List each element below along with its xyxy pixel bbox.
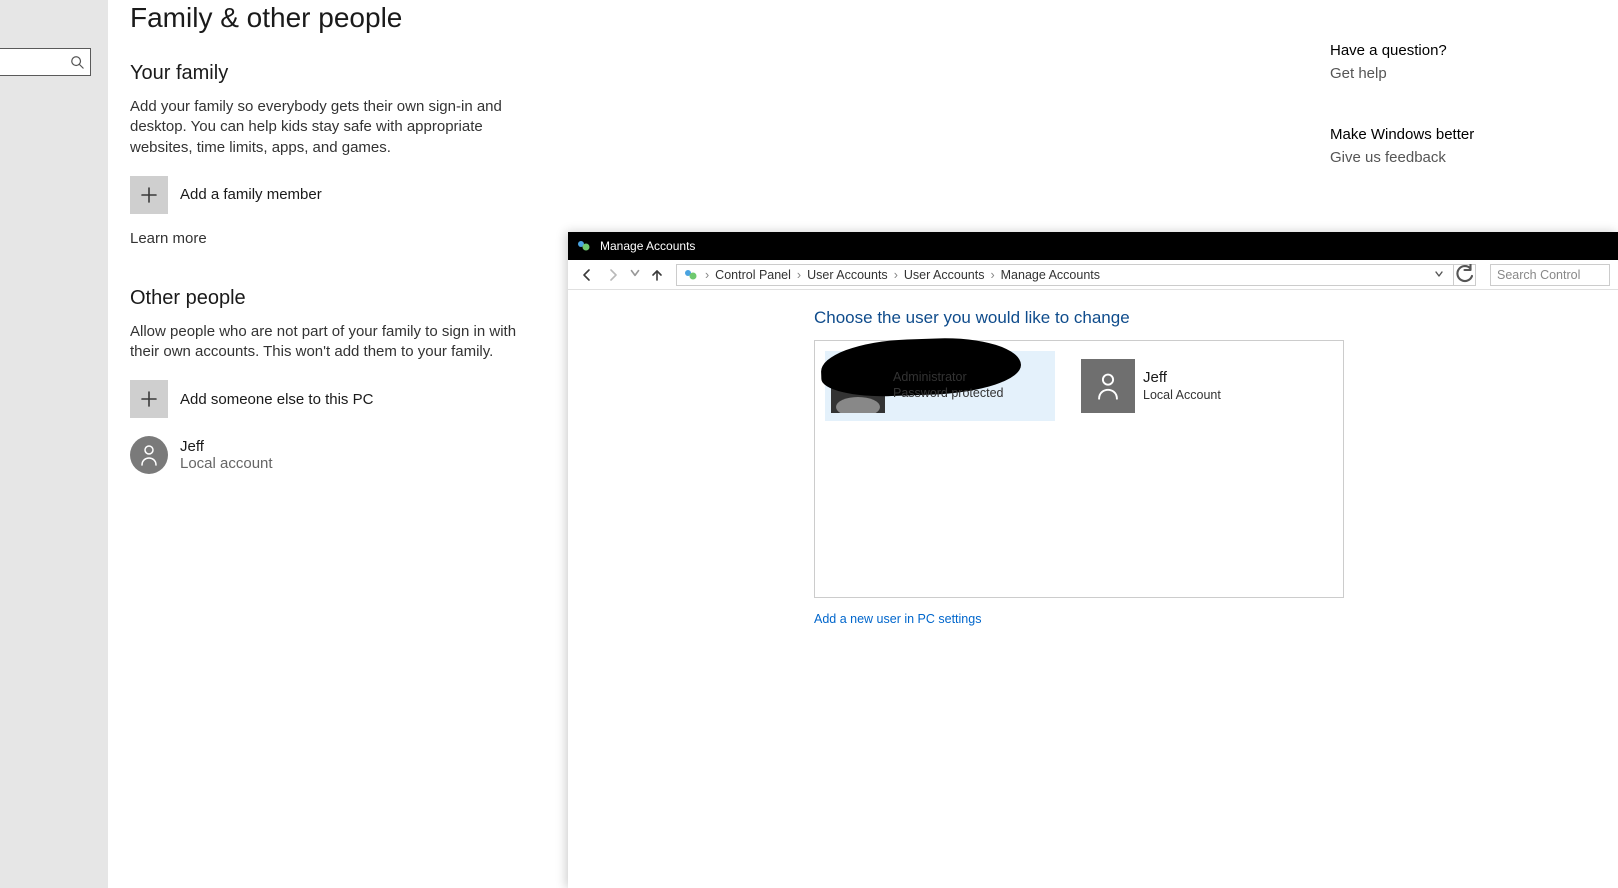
- chevron-right-icon: ›: [795, 268, 803, 282]
- forward-button[interactable]: [602, 264, 624, 286]
- add-family-member-label: Add a family member: [180, 186, 322, 203]
- search-icon: [70, 55, 84, 69]
- add-other-user-label: Add someone else to this PC: [180, 391, 373, 408]
- settings-nav-sidebar: [0, 0, 108, 888]
- breadcrumb-user-accounts-2[interactable]: User Accounts: [904, 268, 985, 282]
- back-button[interactable]: [576, 264, 598, 286]
- account-card-role: Administrator: [893, 370, 1003, 386]
- accounts-list: Administrator Password protected Jeff Lo…: [814, 340, 1344, 598]
- recent-locations-dropdown[interactable]: [628, 266, 642, 283]
- control-panel-body: Choose the user you would like to change…: [568, 290, 1618, 328]
- breadcrumb-control-panel[interactable]: Control Panel: [715, 268, 791, 282]
- account-card-admin[interactable]: Administrator Password protected: [825, 351, 1055, 421]
- control-panel-window: Manage Accounts › Control Panel › User A…: [568, 232, 1618, 888]
- address-bar-dropdown[interactable]: [1431, 268, 1447, 282]
- refresh-button[interactable]: [1454, 264, 1476, 286]
- other-people-desc: Allow people who are not part of your fa…: [130, 322, 540, 363]
- choose-user-heading: Choose the user you would like to change: [814, 308, 1618, 328]
- get-help-link[interactable]: Get help: [1330, 65, 1590, 82]
- give-feedback-link[interactable]: Give us feedback: [1330, 149, 1590, 166]
- help-sidebar: Have a question? Get help Make Windows b…: [1330, 42, 1590, 166]
- account-card-role: Local Account: [1143, 388, 1221, 404]
- control-panel-title: Manage Accounts: [600, 239, 695, 253]
- chevron-right-icon: ›: [703, 268, 711, 282]
- address-bar[interactable]: › Control Panel › User Accounts › User A…: [676, 264, 1454, 286]
- chevron-right-icon: ›: [988, 268, 996, 282]
- settings-search-input[interactable]: [0, 48, 91, 76]
- account-card-name: Jeff: [1143, 369, 1221, 388]
- control-panel-toolbar: › Control Panel › User Accounts › User A…: [568, 260, 1618, 290]
- your-family-desc: Add your family so everybody gets their …: [130, 97, 540, 158]
- page-title: Family & other people: [130, 2, 680, 34]
- make-better-heading: Make Windows better: [1330, 126, 1590, 143]
- chevron-right-icon: ›: [892, 268, 900, 282]
- user-accounts-icon: [576, 238, 592, 254]
- control-panel-search-input[interactable]: Search Control: [1490, 264, 1610, 286]
- other-user-text: Jeff Local account: [180, 438, 273, 473]
- breadcrumb-user-accounts-1[interactable]: User Accounts: [807, 268, 888, 282]
- account-card-jeff[interactable]: Jeff Local Account: [1075, 351, 1305, 421]
- user-accounts-icon: [683, 267, 699, 283]
- up-button[interactable]: [646, 264, 668, 286]
- control-panel-search-placeholder: Search Control: [1497, 268, 1580, 282]
- control-panel-titlebar[interactable]: Manage Accounts: [568, 232, 1618, 260]
- plus-icon: [130, 380, 168, 418]
- add-new-user-link[interactable]: Add a new user in PC settings: [814, 612, 981, 626]
- other-user-sub: Local account: [180, 455, 273, 472]
- other-user-name: Jeff: [180, 438, 273, 455]
- account-card-password: Password protected: [893, 386, 1003, 402]
- plus-icon: [130, 176, 168, 214]
- your-family-heading: Your family: [130, 62, 680, 85]
- add-family-member-button[interactable]: Add a family member: [130, 176, 680, 214]
- question-heading: Have a question?: [1330, 42, 1590, 59]
- breadcrumb-manage-accounts[interactable]: Manage Accounts: [1001, 268, 1100, 282]
- person-icon: [130, 436, 168, 474]
- person-icon: [1081, 359, 1135, 413]
